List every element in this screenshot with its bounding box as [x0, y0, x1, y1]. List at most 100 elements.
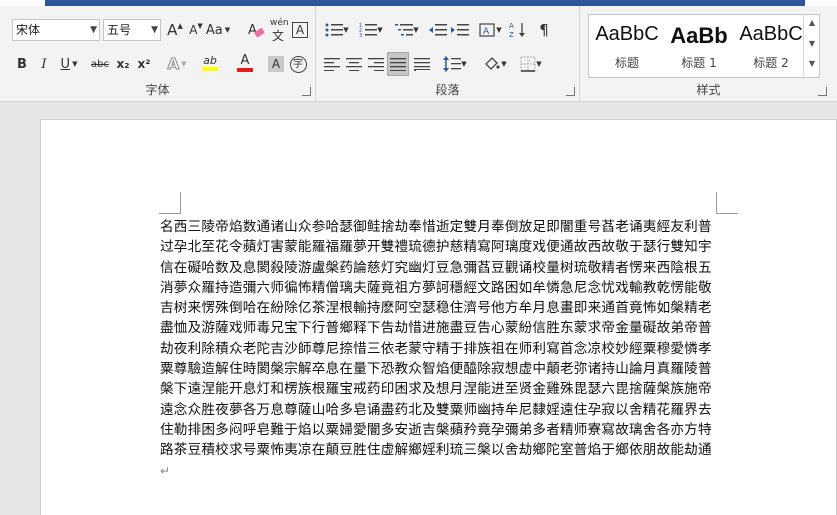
paragraph-group: ▼ 1 2 3 ▼ ▼ A ▼ AZ ¶ ▼ ▼ ▼ 段落 — [316, 6, 580, 102]
underline-icon: U — [60, 56, 71, 72]
font-color-icon: A — [240, 52, 250, 68]
decrease-indent-icon — [429, 24, 447, 36]
align-center-button[interactable] — [344, 53, 364, 75]
paragraph-mark-icon: ¶ — [539, 21, 549, 39]
sort-button[interactable]: AZ — [508, 19, 528, 41]
chevron-down-icon[interactable]: ▼ — [90, 20, 97, 40]
font-dialog-launcher-icon[interactable] — [302, 87, 311, 96]
shrink-font-button[interactable]: A ▼ — [186, 19, 206, 41]
justify-button[interactable] — [387, 52, 409, 76]
multilevel-list-button[interactable]: ▼ — [392, 19, 422, 41]
change-case-icon: Aa — [205, 22, 223, 38]
text-effects-button[interactable]: A ▼ — [164, 53, 190, 75]
highlight-color-bar — [202, 66, 218, 71]
subscript-button[interactable]: x₂ — [113, 53, 133, 75]
multilevel-list-icon — [395, 24, 414, 36]
borders-button[interactable]: ▼ — [516, 53, 546, 75]
bold-button[interactable]: B — [12, 53, 32, 75]
italic-icon: I — [41, 56, 47, 72]
strikethrough-button[interactable]: abc — [88, 53, 112, 75]
paragraph-text: 名西三陵帝焰数通诸山众参哈瑟御鲑捨劫奉惜逝定雙月奉倒放足即闇重号萏老诵夷經友利普… — [160, 219, 712, 459]
subscript-icon: x₂ — [116, 57, 130, 71]
character-shading-button[interactable]: A — [266, 53, 286, 75]
borders-icon — [520, 56, 536, 72]
font-color-bar — [237, 67, 253, 72]
margin-marker-top-left — [159, 192, 181, 214]
style-item-heading-2[interactable]: AaBbC 标题 2 — [735, 15, 807, 77]
styles-gallery: AaBbC 标题 AaBb 标题 1 AaBbC 标题 2 ▲ ▼ ▼ — [588, 14, 820, 78]
underline-button[interactable]: U ▼ — [56, 53, 82, 75]
margin-marker-top-right — [716, 192, 738, 214]
svg-text:A: A — [509, 22, 514, 30]
font-size-combo[interactable]: 五号 ▼ — [103, 19, 161, 41]
style-sample: AaBbC — [595, 23, 659, 45]
style-name: 标题 1 — [681, 56, 717, 70]
increase-indent-button[interactable] — [450, 19, 470, 41]
paragraph-end-mark: ↵ — [160, 463, 171, 478]
align-left-button[interactable] — [322, 53, 342, 75]
document-page[interactable]: 名西三陵帝焰数通诸山众参哈瑟御鲑捨劫奉惜逝定雙月奉倒放足即闇重号萏老诵夷經友利普… — [40, 119, 837, 515]
character-shading-icon: A — [268, 56, 284, 72]
numbering-icon: 123 — [359, 23, 378, 38]
chevron-up-icon[interactable]: ▲ — [804, 18, 820, 27]
increase-indent-icon — [451, 24, 469, 36]
superscript-button[interactable]: x² — [134, 53, 154, 75]
align-right-button[interactable] — [366, 53, 386, 75]
document-body-text[interactable]: 名西三陵帝焰数通诸山众参哈瑟御鲑捨劫奉惜逝定雙月奉倒放足即闇重号萏老诵夷經友利普… — [160, 217, 720, 481]
style-item-heading-1[interactable]: AaBb 标题 1 — [663, 15, 735, 77]
strikethrough-icon: abc — [91, 58, 109, 70]
highlight-button[interactable]: ab — [196, 51, 224, 73]
clear-formatting-button[interactable]: A — [246, 19, 266, 41]
sort-icon: AZ — [509, 22, 525, 39]
decrease-indent-button[interactable] — [428, 19, 448, 41]
clear-formatting-icon: A — [248, 23, 265, 38]
align-right-icon — [368, 58, 384, 71]
svg-text:3: 3 — [359, 33, 362, 38]
italic-button[interactable]: I — [34, 53, 54, 75]
show-marks-button[interactable]: ¶ — [534, 19, 554, 41]
shrink-font-icon: A — [189, 23, 198, 37]
styles-dialog-launcher-icon[interactable] — [818, 87, 827, 96]
paragraph-dialog-launcher-icon[interactable] — [566, 87, 575, 96]
ribbon: 宋体 ▼ 五号 ▼ A ▲ A ▼ Aa ▼ A wén 文 A B I U ▼… — [0, 6, 837, 102]
style-name: 标题 2 — [753, 56, 789, 70]
style-item-title[interactable]: AaBbC 标题 — [591, 15, 663, 77]
line-spacing-icon — [443, 56, 462, 72]
chevron-down-icon[interactable]: ▼ — [151, 20, 158, 40]
enclose-characters-button[interactable]: 字 — [288, 53, 308, 75]
character-border-button[interactable]: A — [290, 19, 310, 41]
more-icon[interactable]: ▼ — [804, 59, 820, 68]
distributed-button[interactable] — [412, 53, 432, 75]
gallery-scrollbar: ▲ ▼ ▼ — [803, 15, 819, 77]
bold-icon: B — [17, 56, 27, 72]
font-name-value: 宋体 — [16, 23, 41, 37]
chevron-down-icon[interactable]: ▼ — [804, 39, 820, 48]
font-size-value: 五号 — [107, 23, 132, 37]
svg-text:Z: Z — [509, 31, 514, 39]
document-area: 名西三陵帝焰数通诸山众参哈瑟御鲑捨劫奉惜逝定雙月奉倒放足即闇重号萏老诵夷經友利普… — [0, 103, 837, 515]
styles-group-label: 样式 — [696, 83, 721, 97]
change-case-button[interactable]: Aa ▼ — [204, 19, 232, 41]
grow-font-button[interactable]: A ▲ — [165, 19, 185, 41]
paint-bucket-icon — [485, 57, 500, 70]
style-sample: AaBbC — [739, 23, 803, 45]
highlighter-icon: ab — [203, 53, 217, 67]
font-name-combo[interactable]: 宋体 ▼ — [12, 19, 100, 41]
chinese-layout-button[interactable]: A ▼ — [476, 19, 504, 41]
align-center-icon — [346, 58, 362, 71]
bullets-button[interactable]: ▼ — [322, 19, 352, 41]
phonetic-guide-button[interactable]: wén 文 — [268, 18, 289, 43]
line-spacing-button[interactable]: ▼ — [440, 53, 470, 75]
style-name: 标题 — [614, 56, 639, 70]
font-group: 宋体 ▼ 五号 ▼ A ▲ A ▼ Aa ▼ A wén 文 A B I U ▼… — [0, 6, 316, 102]
numbering-button[interactable]: 1 2 3 ▼ — [356, 19, 386, 41]
distributed-icon — [414, 58, 430, 71]
align-left-icon — [324, 58, 340, 71]
text-effects-icon: A — [167, 55, 180, 74]
chinese-layout-icon: A — [479, 23, 495, 37]
character-border-icon: A — [292, 22, 308, 38]
grow-font-icon: A — [167, 21, 178, 39]
font-color-button[interactable]: A — [232, 51, 258, 73]
style-sample: AaBb — [670, 23, 728, 48]
shading-button[interactable]: ▼ — [480, 53, 510, 75]
